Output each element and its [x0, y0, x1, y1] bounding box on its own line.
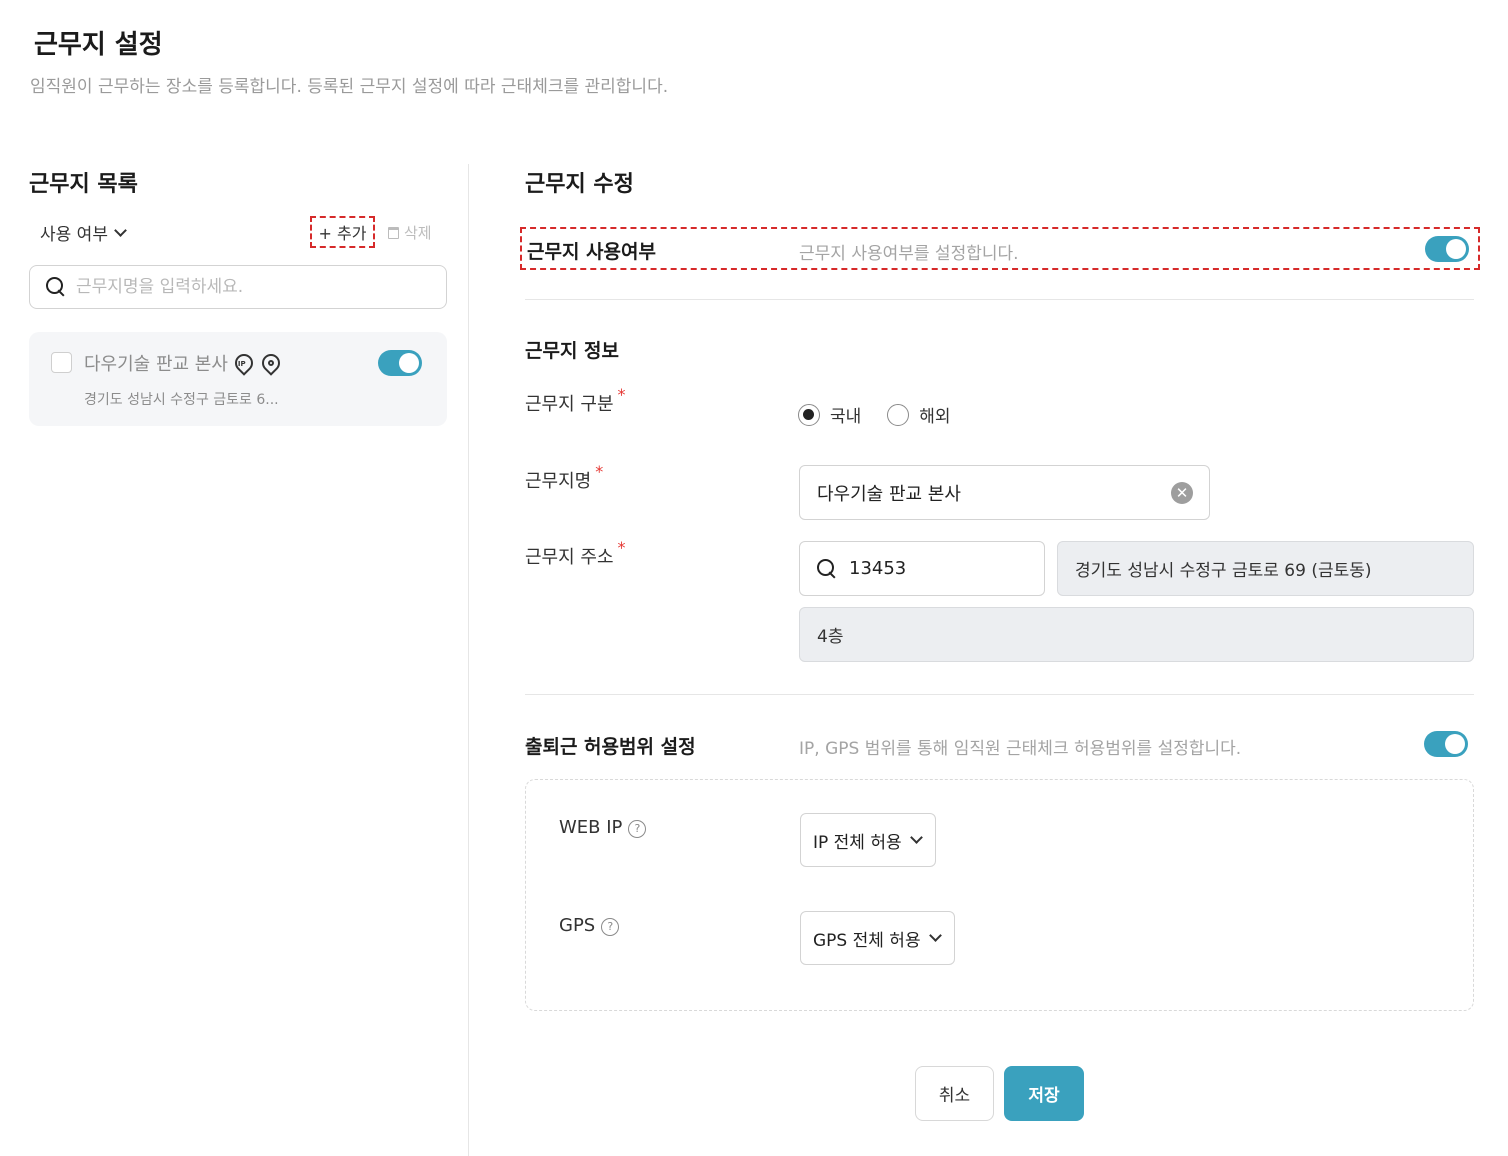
type-label-wrap: 근무지 구분 * [525, 385, 626, 416]
type-label: 근무지 구분 [525, 394, 614, 415]
help-icon[interactable]: ? [628, 820, 647, 838]
name-field-value: 다우기술 판교 본사 [817, 483, 961, 505]
list-item-address: 경기도 성남시 수정구 금토로 6... [84, 392, 279, 408]
page-title: 근무지 설정 [34, 30, 163, 60]
save-button[interactable]: 저장 [1004, 1066, 1084, 1121]
add-button-label: + 추가 [318, 224, 367, 243]
name-label: 근무지명 [525, 471, 592, 492]
help-icon[interactable]: ? [601, 918, 620, 936]
usage-label: 근무지 사용여부 [527, 241, 656, 263]
usage-filter-label: 사용 여부 [40, 225, 108, 245]
address-detail-value: 4층 [817, 627, 844, 647]
web-ip-select[interactable]: IP 전체 허용 [800, 813, 936, 867]
search-icon [46, 277, 66, 297]
location-pin-icon [258, 350, 284, 376]
chevron-down-icon [909, 831, 923, 844]
radio-domestic-circle [798, 403, 820, 426]
list-item-toggle[interactable] [378, 350, 422, 376]
address-detail-field[interactable]: 4층 [799, 607, 1474, 662]
radio-domestic[interactable]: 국내 [798, 402, 861, 427]
delete-button-label: 삭제 [404, 224, 432, 242]
required-mark: * [617, 385, 626, 404]
name-field[interactable]: 다우기술 판교 본사 ✕ [799, 465, 1210, 520]
range-toggle[interactable] [1424, 731, 1468, 757]
list-item-name: 다우기술 판교 본사 [84, 354, 228, 375]
list-item-checkbox[interactable] [51, 352, 72, 373]
gps-select-value: GPS 전체 허용 [813, 930, 921, 951]
web-ip-label: WEB IP [559, 817, 623, 838]
gps-select[interactable]: GPS 전체 허용 [800, 911, 955, 965]
required-mark: * [595, 462, 604, 481]
chevron-down-icon [928, 929, 942, 942]
zip-search-field[interactable]: 13453 [799, 541, 1045, 596]
panel-divider [468, 164, 469, 1156]
list-item[interactable]: 다우기술 판교 본사 IP 경기도 성남시 수정구 금토로 6... [29, 332, 447, 426]
radio-overseas-label: 해외 [919, 407, 951, 427]
required-mark: * [617, 538, 626, 557]
cancel-button[interactable]: 취소 [915, 1066, 994, 1121]
address-label-wrap: 근무지 주소 * [525, 538, 626, 569]
radio-domestic-label: 국내 [830, 407, 862, 427]
section-divider [525, 694, 1474, 695]
clear-icon[interactable]: ✕ [1171, 482, 1193, 504]
range-settings-box [525, 779, 1474, 1011]
zip-value: 13453 [849, 558, 907, 579]
radio-overseas[interactable]: 해외 [887, 402, 951, 427]
web-ip-label-wrap: WEB IP? [559, 817, 647, 838]
web-ip-select-value: IP 전체 허용 [813, 832, 902, 853]
list-title: 근무지 목록 [29, 172, 138, 197]
address-field: 경기도 성남시 수정구 금토로 69 (금토동) [1057, 541, 1474, 596]
range-description: IP, GPS 범위를 통해 임직원 근태체크 허용범위를 설정합니다. [799, 739, 1242, 759]
ip-pin-icon-glyph: IP [237, 359, 246, 368]
usage-row: 근무지 사용여부 근무지 사용여부를 설정합니다. [520, 227, 1480, 270]
name-label-wrap: 근무지명 * [525, 462, 603, 493]
info-title: 근무지 정보 [525, 340, 620, 362]
usage-toggle[interactable] [1425, 236, 1469, 262]
search-input[interactable] [76, 277, 406, 297]
address-label: 근무지 주소 [525, 547, 614, 568]
address-value: 경기도 성남시 수정구 금토로 69 (금토동) [1075, 561, 1372, 581]
edit-title: 근무지 수정 [525, 172, 634, 197]
search-icon [817, 558, 837, 579]
gps-label-wrap: GPS? [559, 915, 620, 936]
delete-button[interactable]: 삭제 [388, 222, 432, 243]
chevron-down-icon [114, 223, 127, 237]
type-radio-group: 국내 해외 [798, 402, 951, 427]
search-box [29, 265, 447, 309]
add-button[interactable]: + 추가 [310, 216, 375, 248]
section-divider [525, 299, 1474, 300]
usage-filter-dropdown[interactable]: 사용 여부 [40, 220, 127, 245]
trash-icon [388, 226, 399, 239]
page-description: 임직원이 근무하는 장소를 등록합니다. 등록된 근무지 설정에 따라 근태체크… [30, 77, 669, 97]
radio-overseas-circle [887, 403, 910, 426]
gps-label: GPS [559, 915, 596, 936]
ip-pin-icon: IP [231, 350, 257, 376]
range-label: 출퇴근 허용범위 설정 [525, 736, 696, 758]
usage-description: 근무지 사용여부를 설정합니다. [799, 244, 1019, 264]
